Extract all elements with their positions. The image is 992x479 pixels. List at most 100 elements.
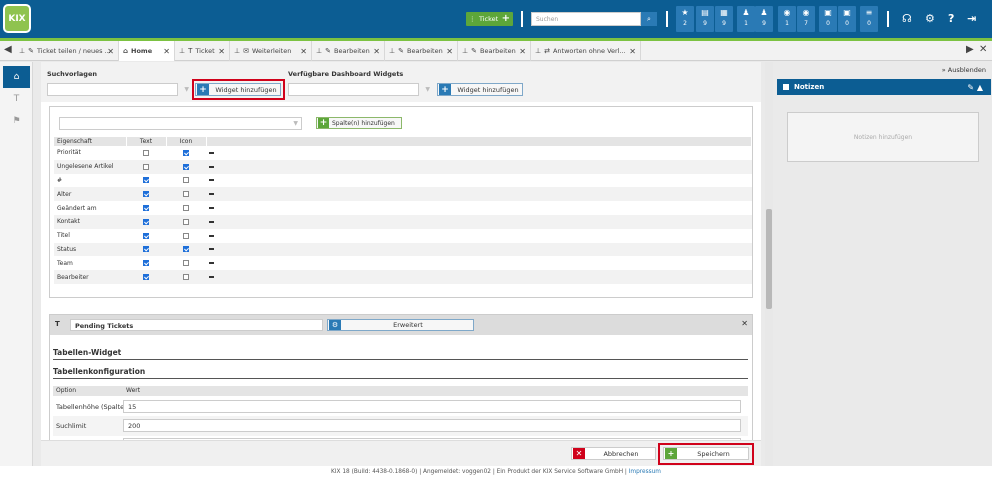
notes-textarea[interactable]: Notizen hinzufügen	[787, 112, 979, 162]
icon-checkbox[interactable]	[183, 177, 189, 184]
button-label: Spalte(n) hinzufügen	[332, 119, 395, 127]
text-checkbox[interactable]	[143, 163, 149, 170]
quick-count: 9	[703, 20, 707, 27]
plus-icon: +	[501, 13, 510, 24]
text-checkbox[interactable]	[143, 218, 149, 225]
icon-checkbox[interactable]	[183, 218, 189, 225]
add-widget-button-2[interactable]: + Widget hinzufügen	[437, 83, 523, 96]
ticket-list-icon: ▤	[701, 8, 709, 17]
remove-column-icon[interactable]	[209, 179, 214, 182]
quick-calendar-button[interactable]: ▦ 9	[715, 6, 733, 32]
cancel-button[interactable]: ✕ Abbrechen	[571, 447, 656, 460]
icon-checkbox[interactable]	[183, 163, 189, 170]
nav-home-icon[interactable]: ⌂	[3, 66, 30, 88]
quick-lock-alert-button[interactable]: ▣ 0	[819, 6, 837, 32]
remove-column-icon[interactable]	[209, 248, 214, 251]
search-templates-select[interactable]: ▼	[47, 83, 189, 96]
tab-edit-2[interactable]: ⊥ ✎ Bearbeiten ✕	[385, 41, 458, 61]
quick-favorites-button[interactable]: ★ 2	[676, 6, 694, 32]
kix-logo[interactable]: KIX	[3, 4, 31, 33]
remove-column-icon[interactable]	[209, 262, 214, 265]
text-checkbox[interactable]	[143, 149, 149, 156]
close-icon[interactable]: ✕	[446, 47, 453, 56]
pin-icon: ⊥	[19, 47, 26, 55]
table-row: Status	[54, 242, 752, 257]
text-checkbox[interactable]	[143, 191, 149, 198]
sidebar-right: » Ausblenden Notizen ✎ ▲ Notizen hinzufü…	[773, 62, 992, 466]
agent-icon[interactable]: ☊	[902, 11, 912, 27]
close-icon[interactable]: ✕	[629, 47, 636, 56]
tab-scroll-right-icon[interactable]: ▶	[966, 44, 974, 55]
text-checkbox[interactable]	[143, 205, 149, 212]
remove-column-icon[interactable]	[209, 276, 214, 279]
advanced-button[interactable]: ⚙ Erweitert	[327, 319, 474, 331]
tab-edit-1[interactable]: ⊥ ✎ Bearbeiten ✕	[312, 41, 385, 61]
icon-checkbox[interactable]	[183, 191, 189, 198]
logout-icon[interactable]: ⇥	[967, 11, 976, 27]
remove-column-icon[interactable]	[209, 151, 214, 154]
remove-column-icon[interactable]	[209, 207, 214, 210]
option-value-input[interactable]: 200	[123, 419, 741, 432]
close-icon[interactable]: ✕	[218, 47, 225, 56]
scrollbar-thumb[interactable]	[766, 209, 772, 309]
close-icon[interactable]: ✕	[300, 47, 307, 56]
icon-checkbox[interactable]	[183, 274, 189, 281]
icon-checkbox[interactable]	[183, 149, 189, 156]
impressum-link[interactable]: Impressum	[629, 469, 661, 475]
gear-icon[interactable]: ⚙	[925, 11, 935, 27]
quick-list-button[interactable]: ≡ 0	[860, 6, 878, 32]
icon-checkbox[interactable]	[183, 246, 189, 253]
icon-checkbox[interactable]	[183, 205, 189, 212]
widget-title-input[interactable]: Pending Tickets	[70, 319, 323, 331]
chevron-down-icon: ▼	[184, 86, 189, 93]
tab-ticket[interactable]: ⊥ T Ticket ✕	[175, 41, 230, 61]
text-checkbox[interactable]	[143, 246, 149, 253]
search-button[interactable]: ⌕	[641, 12, 657, 26]
icon-checkbox[interactable]	[183, 260, 189, 267]
text-checkbox[interactable]	[143, 177, 149, 184]
text-checkbox[interactable]	[143, 274, 149, 281]
icon-checkbox[interactable]	[183, 232, 189, 239]
text-checkbox[interactable]	[143, 260, 149, 267]
close-icon[interactable]: ✕	[519, 47, 526, 56]
search-input[interactable]: Suchen	[531, 12, 641, 26]
new-ticket-button[interactable]: ⋮ Ticket +	[466, 12, 513, 26]
tab-home[interactable]: ⌂ Home ✕	[119, 41, 175, 61]
nav-faq-icon[interactable]: ⚑	[3, 110, 30, 132]
available-widgets-select[interactable]: ▼	[288, 83, 430, 96]
close-icon[interactable]: ✕	[373, 47, 380, 56]
remove-column-icon[interactable]	[209, 193, 214, 196]
remove-column-icon[interactable]	[209, 234, 214, 237]
nav-ticket-icon[interactable]: T	[3, 88, 30, 110]
quick-user-alert-button[interactable]: ♟ 1	[737, 6, 755, 32]
add-columns-button[interactable]: + Spalte(n) hinzufügen	[316, 117, 402, 129]
option-value-input[interactable]: 15	[123, 400, 741, 413]
close-icon[interactable]: ✕	[163, 47, 170, 56]
tab-reply[interactable]: ⊥ ⇄ Antworten ohne Verl... ✕	[531, 41, 641, 61]
tab-scroll-left-icon[interactable]: ◀	[4, 44, 12, 55]
help-icon[interactable]: ?	[948, 11, 954, 27]
quick-count: 9	[722, 20, 726, 27]
close-icon[interactable]: ✕	[107, 47, 114, 56]
remove-column-icon[interactable]	[209, 165, 214, 168]
quick-user-button[interactable]: ♟ 9	[755, 6, 773, 32]
tab-icon: ⇄	[544, 47, 550, 55]
close-icon[interactable]: ✕	[741, 319, 748, 328]
close-all-tabs-icon[interactable]: ✕	[979, 44, 987, 55]
main-scrollbar[interactable]	[765, 62, 773, 466]
remove-column-icon[interactable]	[209, 220, 214, 223]
quick-lock-button[interactable]: ▣ 0	[838, 6, 856, 32]
tab-label: Home	[131, 47, 153, 55]
tab-ticket-share[interactable]: ⊥ ✎ Ticket teilen / neues ... ✕	[15, 41, 119, 61]
column-config-panel: ▼ + Spalte(n) hinzufügen Eigenschaft Text…	[49, 106, 753, 298]
text-checkbox[interactable]	[143, 232, 149, 239]
quick-watch-alert-button[interactable]: ◉ 1	[778, 6, 796, 32]
quick-ticket-list-button[interactable]: ▤ 9	[696, 6, 714, 32]
tab-edit-3[interactable]: ⊥ ✎ Bearbeiten ✕	[458, 41, 531, 61]
hide-sidebar-button[interactable]: » Ausblenden	[942, 66, 986, 74]
tab-forward[interactable]: ⊥ ✉ Weiterleiten ✕	[230, 41, 312, 61]
columns-select[interactable]: ▼	[59, 117, 302, 130]
notes-widget-header[interactable]: Notizen ✎ ▲	[777, 79, 991, 95]
edit-collapse-icons[interactable]: ✎ ▲	[967, 83, 983, 92]
quick-watch-button[interactable]: ◉ 7	[797, 6, 815, 32]
